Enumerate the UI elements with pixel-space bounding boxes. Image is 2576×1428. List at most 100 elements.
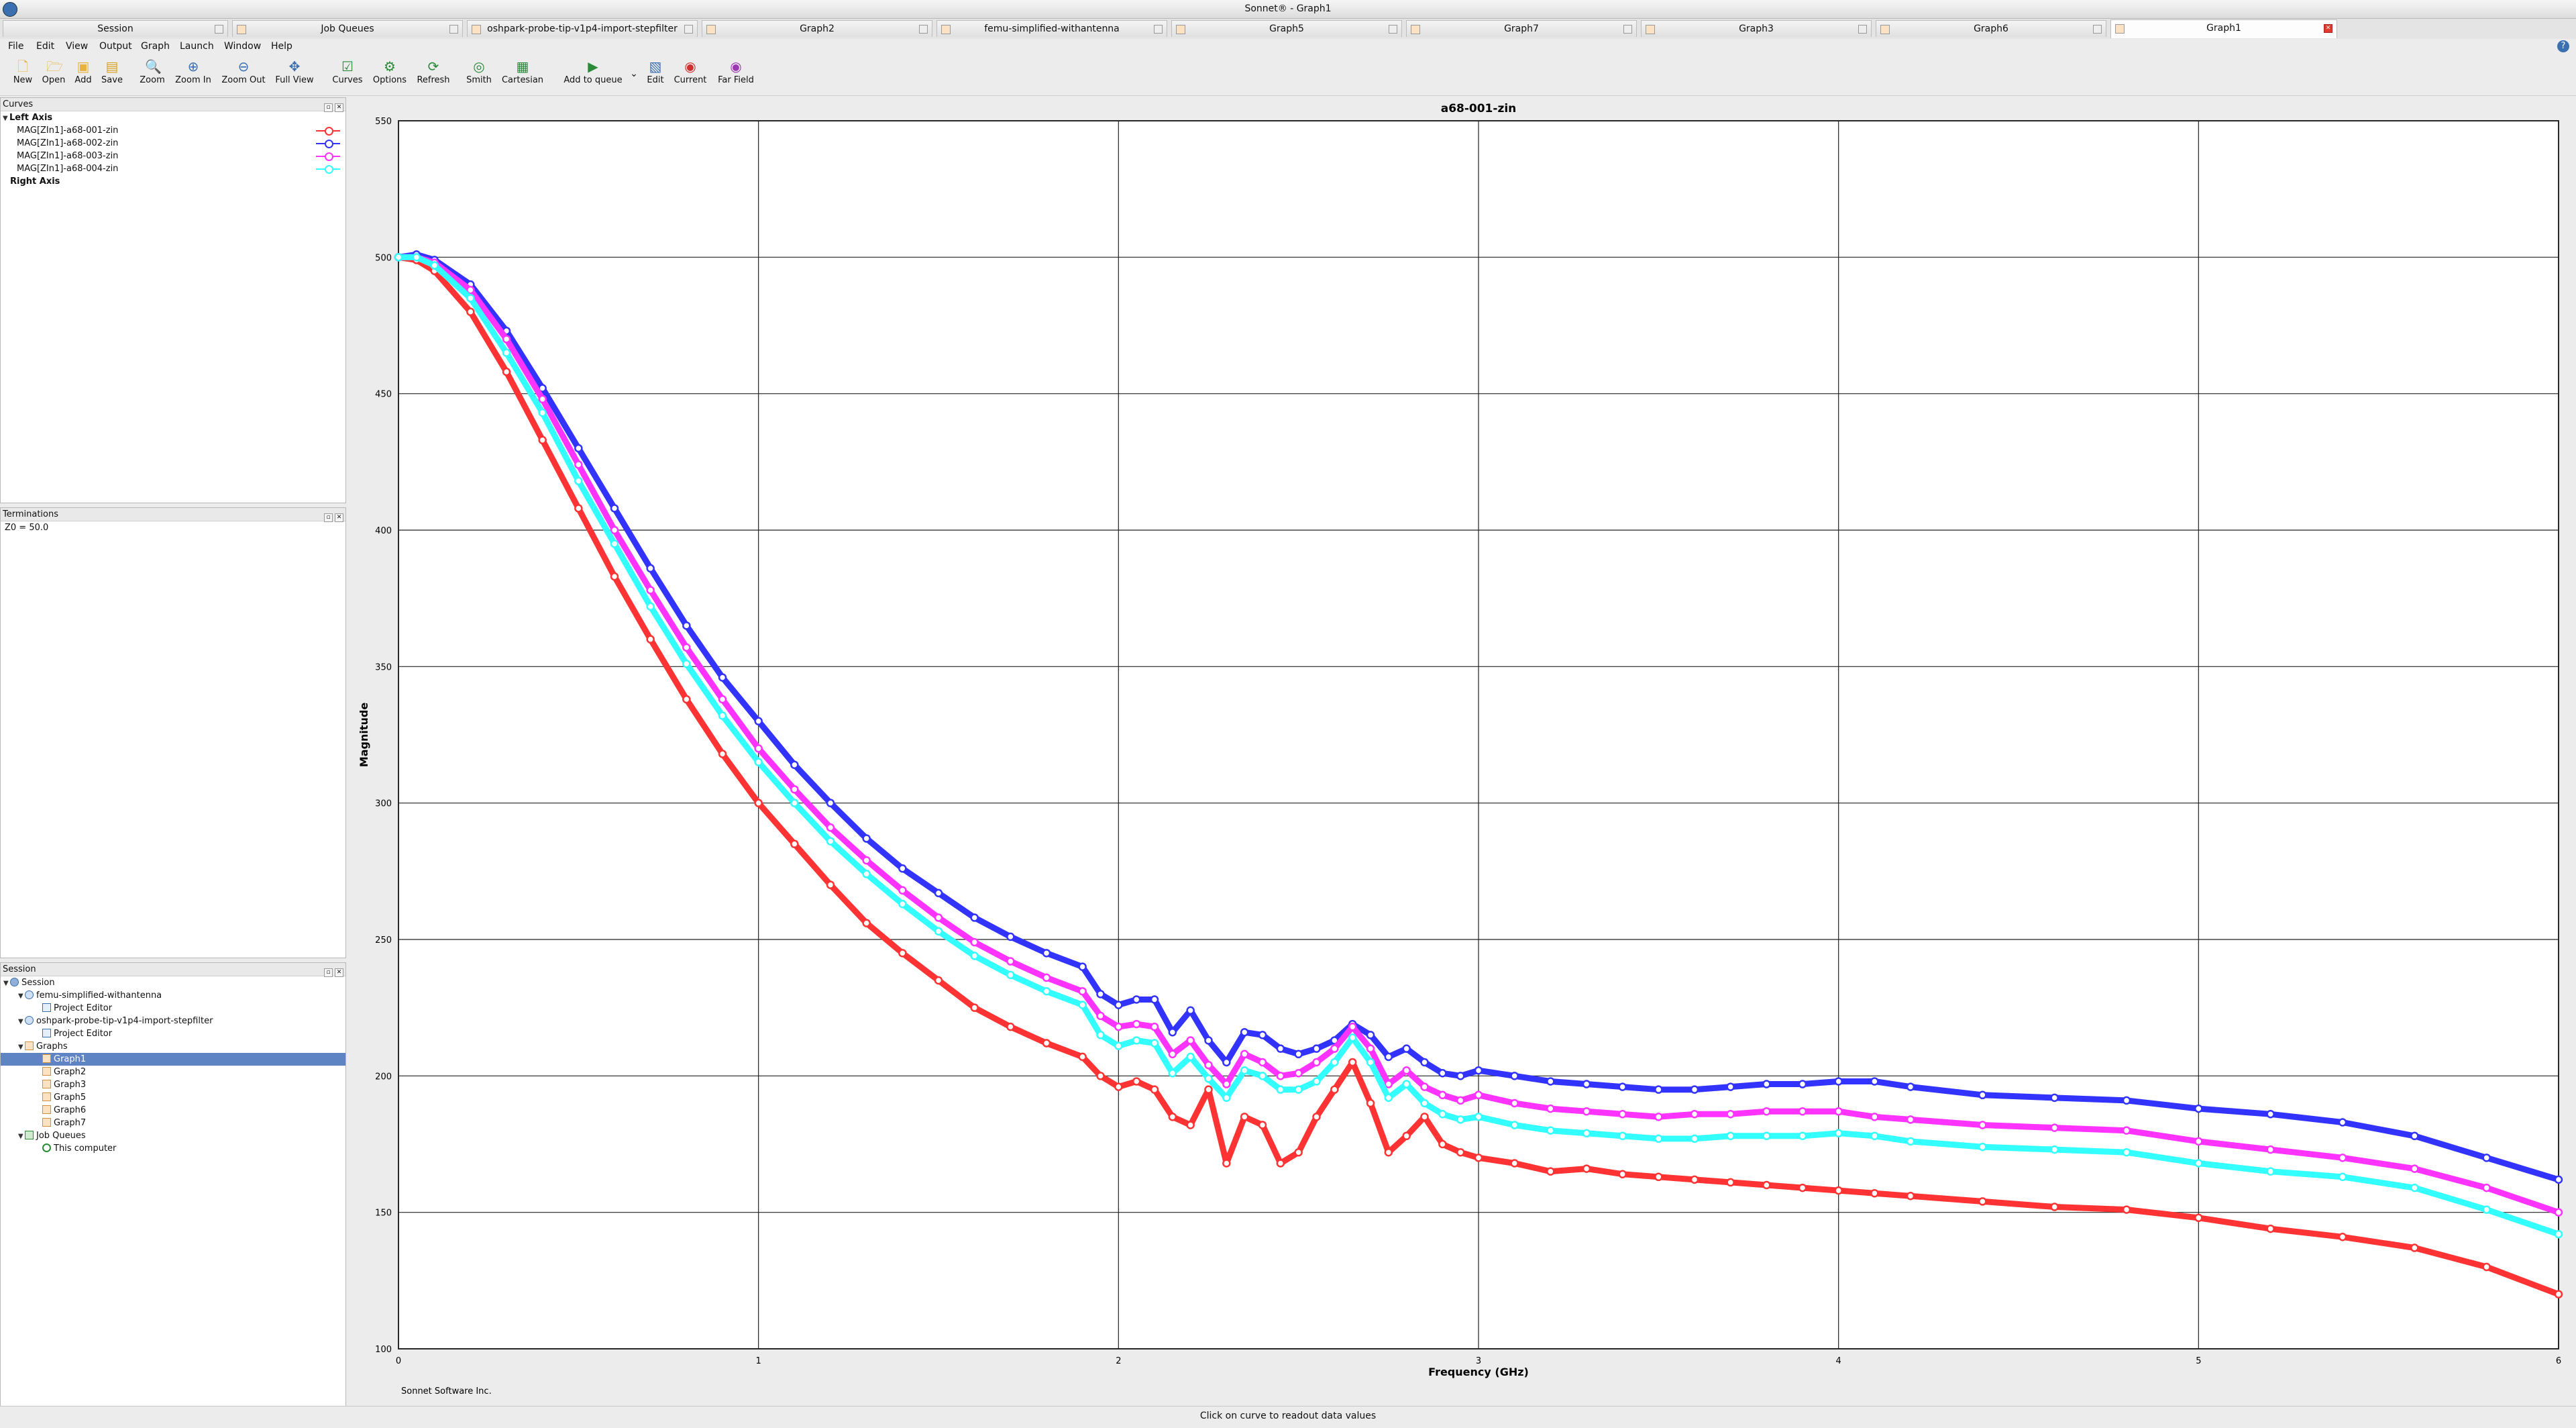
data-point[interactable] — [2050, 1093, 2059, 1103]
data-point[interactable] — [1186, 1006, 1195, 1015]
data-point[interactable] — [1420, 1099, 1429, 1108]
data-point[interactable] — [1132, 995, 1141, 1004]
data-point[interactable] — [790, 799, 799, 807]
tab-restore-icon[interactable] — [684, 25, 693, 34]
data-point[interactable] — [862, 834, 871, 843]
data-point[interactable] — [1078, 987, 1087, 996]
data-point[interactable] — [1762, 1131, 1771, 1141]
data-point[interactable] — [1834, 1107, 1843, 1116]
menu-edit[interactable]: Edit — [36, 41, 54, 52]
data-point[interactable] — [1114, 1001, 1123, 1009]
data-point[interactable] — [1438, 1090, 1447, 1100]
chevron-down-icon[interactable]: ▼ — [18, 1041, 25, 1054]
data-point[interactable] — [1978, 1197, 1987, 1206]
data-point[interactable] — [1168, 1028, 1177, 1037]
data-point[interactable] — [970, 1003, 979, 1012]
data-point[interactable] — [1276, 1044, 1285, 1053]
data-point[interactable] — [1348, 1033, 1357, 1042]
tab-graph7[interactable]: Graph7 — [1406, 20, 1637, 37]
data-point[interactable] — [718, 750, 727, 758]
data-point[interactable] — [898, 864, 907, 873]
data-point[interactable] — [1546, 1104, 1555, 1113]
data-point[interactable] — [2338, 1233, 2347, 1241]
data-point[interactable] — [1726, 1110, 1735, 1119]
data-point[interactable] — [970, 952, 979, 960]
data-point[interactable] — [1294, 1085, 1303, 1094]
data-point[interactable] — [934, 913, 943, 922]
tab-restore-icon[interactable] — [449, 25, 458, 34]
data-point[interactable] — [754, 717, 763, 725]
data-point[interactable] — [574, 504, 583, 513]
data-point[interactable] — [1456, 1148, 1465, 1157]
data-point[interactable] — [2338, 1118, 2347, 1127]
data-point[interactable] — [610, 540, 619, 548]
data-point[interactable] — [1006, 957, 1015, 966]
data-point[interactable] — [412, 253, 421, 262]
tree-item-project-editor[interactable]: Project Editor — [1, 1027, 345, 1040]
data-point[interactable] — [1276, 1072, 1285, 1080]
data-point[interactable] — [1690, 1110, 1699, 1119]
tab-graph2[interactable]: Graph2 — [702, 20, 932, 37]
data-point[interactable] — [934, 927, 943, 936]
data-point[interactable] — [1150, 1039, 1159, 1048]
data-point[interactable] — [2050, 1145, 2059, 1154]
curve-item[interactable]: MAG[ZIn1]-a68-001-zin — [1, 124, 345, 137]
data-point[interactable] — [1312, 1113, 1321, 1121]
data-point[interactable] — [790, 760, 799, 769]
data-point[interactable] — [1006, 970, 1015, 980]
data-point[interactable] — [1312, 1044, 1321, 1053]
data-point[interactable] — [1834, 1186, 1843, 1195]
menu-graph[interactable]: Graph — [141, 41, 170, 52]
data-point[interactable] — [682, 660, 691, 668]
data-point[interactable] — [1474, 1154, 1483, 1162]
data-point[interactable] — [574, 476, 583, 486]
data-point[interactable] — [574, 444, 583, 453]
add-to-queue-button[interactable]: ▶ Add to queue — [561, 59, 625, 85]
tree-item-project-editor[interactable]: Project Editor — [1, 1002, 345, 1015]
tab-session[interactable]: Session — [3, 20, 228, 37]
data-point[interactable] — [1132, 1019, 1141, 1029]
data-point[interactable] — [2482, 1154, 2491, 1162]
data-point[interactable] — [2338, 1154, 2347, 1162]
data-point[interactable] — [1168, 1050, 1177, 1059]
data-point[interactable] — [1906, 1192, 1915, 1201]
data-point[interactable] — [2122, 1148, 2131, 1157]
curves-button[interactable]: ☑ Curves — [331, 59, 364, 85]
data-point[interactable] — [2266, 1110, 2275, 1119]
data-point[interactable] — [1582, 1129, 1591, 1137]
options-button[interactable]: ⚙ Options — [372, 59, 408, 85]
data-point[interactable] — [1258, 1058, 1267, 1067]
data-point[interactable] — [2194, 1104, 2203, 1113]
data-point[interactable] — [862, 919, 871, 927]
data-point[interactable] — [1366, 1044, 1375, 1053]
data-point[interactable] — [754, 744, 763, 753]
data-point[interactable] — [1186, 1036, 1195, 1045]
tab-restore-icon[interactable] — [919, 25, 928, 34]
data-point[interactable] — [682, 621, 691, 630]
data-point[interactable] — [1204, 1060, 1213, 1070]
data-point[interactable] — [1240, 1050, 1249, 1059]
data-point[interactable] — [1690, 1085, 1699, 1094]
data-point[interactable] — [1330, 1044, 1339, 1053]
current-button[interactable]: ◉ Current — [672, 59, 708, 85]
data-point[interactable] — [1006, 932, 1015, 941]
data-point[interactable] — [1312, 1077, 1321, 1086]
data-point[interactable] — [2050, 1203, 2059, 1211]
data-point[interactable] — [1474, 1066, 1483, 1075]
data-point[interactable] — [1042, 973, 1051, 982]
menu-launch[interactable]: Launch — [180, 41, 214, 52]
data-point[interactable] — [790, 839, 799, 848]
tree-item-graphs[interactable]: ▼ Graphs — [1, 1040, 345, 1053]
menu-output[interactable]: Output — [99, 41, 132, 52]
data-point[interactable] — [2266, 1167, 2275, 1176]
data-point[interactable] — [2338, 1172, 2347, 1182]
data-point[interactable] — [646, 586, 655, 595]
data-point[interactable] — [682, 695, 691, 704]
data-point[interactable] — [2554, 1290, 2563, 1298]
data-point[interactable] — [1582, 1107, 1591, 1116]
data-point[interactable] — [1870, 1131, 1879, 1141]
data-point[interactable] — [2194, 1159, 2203, 1168]
data-point[interactable] — [1294, 1050, 1303, 1059]
data-point[interactable] — [1690, 1175, 1699, 1184]
data-point[interactable] — [1168, 1069, 1177, 1078]
